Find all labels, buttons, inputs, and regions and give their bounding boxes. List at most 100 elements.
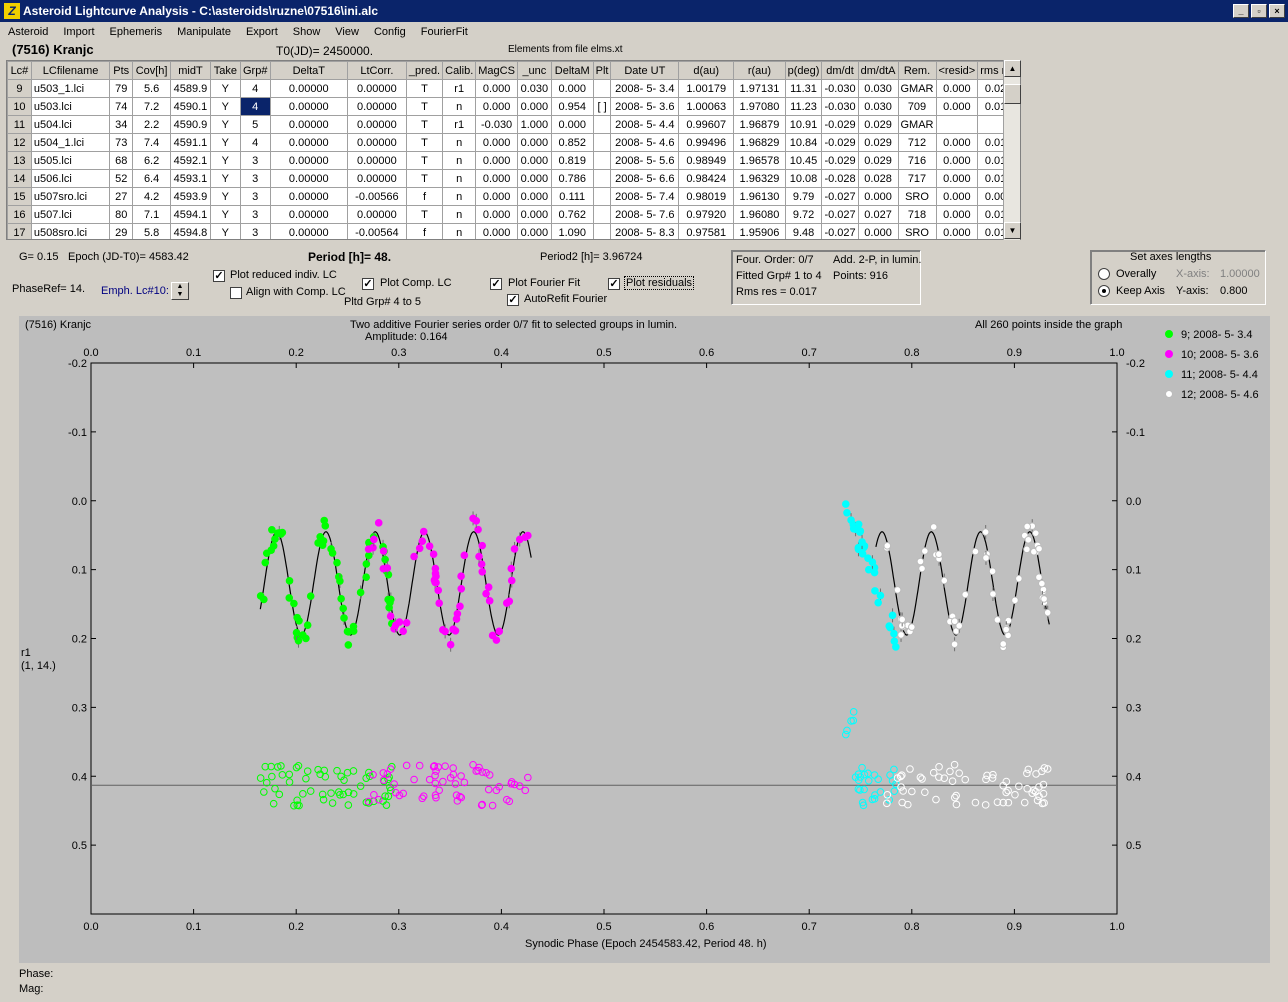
- autorefit-checkbox[interactable]: ✓: [507, 294, 519, 306]
- table-cell[interactable]: n: [442, 151, 477, 170]
- table-cell[interactable]: 4590.1: [170, 97, 211, 116]
- table-cell[interactable]: 9.79: [784, 187, 823, 206]
- table-cell[interactable]: 0.030: [857, 97, 899, 116]
- table-cell[interactable]: 10.84: [784, 133, 823, 152]
- table-cell[interactable]: 0.000: [516, 151, 552, 170]
- table-cell[interactable]: -0.027: [821, 205, 859, 224]
- table-cell[interactable]: 0.000: [935, 187, 979, 206]
- plot-fourier-checkbox[interactable]: ✓: [490, 278, 502, 290]
- table-cell[interactable]: 1.00179: [678, 79, 735, 98]
- table-cell[interactable]: 0.99607: [678, 115, 735, 134]
- table-cell[interactable]: -0.028: [821, 169, 859, 188]
- table-cell[interactable]: u506.lci: [30, 169, 111, 188]
- table-cell[interactable]: 0.00000: [269, 115, 348, 134]
- column-header[interactable]: Cov[h]: [132, 61, 172, 80]
- lightcurve-plot[interactable]: 0.0 0.0 0.1 0.1 0.2 0.2 0.3 0.3 0.4 0.4 0.5 0.5 0.6 0…: [19, 316, 1270, 963]
- table-cell[interactable]: 0.030: [516, 79, 552, 98]
- row-header[interactable]: 14: [7, 169, 32, 188]
- table-cell[interactable]: 0.000: [935, 223, 979, 239]
- table-cell[interactable]: 0.786: [550, 169, 594, 188]
- table-cell[interactable]: u507.lci: [30, 205, 111, 224]
- table-scrollbar[interactable]: ▲ ▼: [1003, 60, 1021, 240]
- table-cell[interactable]: 4589.9: [170, 79, 211, 98]
- table-cell[interactable]: 0.029: [857, 115, 899, 134]
- table-cell[interactable]: 2008- 5- 6.6: [610, 169, 680, 188]
- table-cell[interactable]: 1.00063: [678, 97, 735, 116]
- column-header[interactable]: Date UT: [610, 61, 680, 80]
- row-header[interactable]: 9: [7, 79, 32, 98]
- table-cell[interactable]: 0.97581: [678, 223, 735, 239]
- row-header[interactable]: 10: [7, 97, 32, 116]
- row-header[interactable]: 17: [7, 223, 32, 239]
- table-cell[interactable]: 712: [897, 133, 937, 152]
- menu-manipulate[interactable]: Manipulate: [169, 26, 238, 38]
- column-header[interactable]: Lc#: [7, 61, 32, 80]
- table-cell[interactable]: 0.00000: [269, 79, 348, 98]
- column-header[interactable]: MagCS: [475, 61, 518, 80]
- table-cell[interactable]: 34: [109, 115, 134, 134]
- table-cell[interactable]: 0.000: [475, 151, 518, 170]
- table-cell[interactable]: [592, 205, 612, 224]
- table-cell[interactable]: [592, 115, 612, 134]
- table-cell[interactable]: 6.2: [132, 151, 172, 170]
- table-cell[interactable]: SRO: [897, 223, 937, 239]
- table-cell[interactable]: T: [405, 205, 444, 224]
- table-cell[interactable]: 10.45: [784, 151, 823, 170]
- table-cell[interactable]: 2008- 5- 7.6: [610, 205, 680, 224]
- close-button[interactable]: ×: [1269, 4, 1285, 18]
- table-row[interactable]: 16 u507.lci 80 7.1 4594.1 Y 3 0.00000 0.00000 Tn 0…: [7, 205, 1020, 224]
- period2-label[interactable]: Period2 [h]= 3.96724: [540, 251, 642, 263]
- table-cell[interactable]: n: [442, 169, 477, 188]
- table-cell[interactable]: 5: [239, 115, 271, 134]
- table-cell[interactable]: [ ]: [592, 97, 612, 116]
- table-cell[interactable]: -0.029: [821, 151, 859, 170]
- table-cell[interactable]: -0.027: [821, 187, 859, 206]
- table-cell[interactable]: 0.000: [516, 187, 552, 206]
- table-cell[interactable]: Y: [209, 133, 241, 152]
- table-cell[interactable]: -0.00566: [346, 187, 407, 206]
- menu-ephemeris[interactable]: Ephemeris: [102, 26, 170, 38]
- table-cell[interactable]: 9.48: [784, 223, 823, 239]
- table-cell[interactable]: 0.000: [475, 97, 518, 116]
- table-cell[interactable]: 0.000: [516, 223, 552, 239]
- table-cell[interactable]: n: [442, 97, 477, 116]
- table-cell[interactable]: 74: [109, 97, 134, 116]
- table-cell[interactable]: 0.97920: [678, 205, 735, 224]
- table-cell[interactable]: [592, 169, 612, 188]
- table-cell[interactable]: 2008- 5- 8.3: [610, 223, 680, 239]
- table-cell[interactable]: -0.029: [821, 133, 859, 152]
- emph-spinner[interactable]: ▲ ▼: [171, 282, 189, 300]
- table-cell[interactable]: 2.2: [132, 115, 172, 134]
- menu-config[interactable]: Config: [366, 26, 413, 38]
- column-header[interactable]: _unc: [516, 61, 552, 80]
- table-cell[interactable]: -0.027: [821, 223, 859, 239]
- menu-import[interactable]: Import: [55, 26, 101, 38]
- table-cell[interactable]: 0.762: [550, 205, 594, 224]
- table-cell[interactable]: 2008- 5- 3.4: [610, 79, 680, 98]
- table-cell[interactable]: T: [405, 79, 444, 98]
- table-cell[interactable]: 1.96879: [733, 115, 786, 134]
- table-cell[interactable]: 0.000: [935, 97, 979, 116]
- table-cell[interactable]: n: [442, 187, 477, 206]
- column-header[interactable]: p(deg): [784, 61, 823, 80]
- table-cell[interactable]: 7.1: [132, 205, 172, 224]
- table-cell[interactable]: [592, 133, 612, 152]
- table-cell[interactable]: n: [442, 133, 477, 152]
- table-cell[interactable]: -0.030: [821, 97, 859, 116]
- table-cell[interactable]: 2008- 5- 4.4: [610, 115, 680, 134]
- table-cell[interactable]: -0.00564: [346, 223, 407, 239]
- keep-axis-radio[interactable]: [1098, 285, 1110, 297]
- scroll-down-arrow-icon[interactable]: ▼: [1004, 222, 1021, 239]
- table-cell[interactable]: 2008- 5- 3.6: [610, 97, 680, 116]
- table-cell[interactable]: 0.000: [475, 205, 518, 224]
- table-row[interactable]: 14 u506.lci 52 6.4 4593.1 Y 3 0.00000 0.00000 Tn 0…: [7, 169, 1020, 188]
- table-cell[interactable]: 4593.9: [170, 187, 211, 206]
- scroll-up-arrow-icon[interactable]: ▲: [1004, 60, 1021, 77]
- table-cell[interactable]: 11.31: [784, 79, 823, 98]
- table-cell[interactable]: 4: [239, 133, 271, 152]
- table-cell[interactable]: f: [405, 223, 444, 239]
- column-header[interactable]: Calib.: [442, 61, 477, 80]
- table-cell[interactable]: 68: [109, 151, 134, 170]
- column-header[interactable]: LtCorr.: [346, 61, 407, 80]
- table-cell[interactable]: 709: [897, 97, 937, 116]
